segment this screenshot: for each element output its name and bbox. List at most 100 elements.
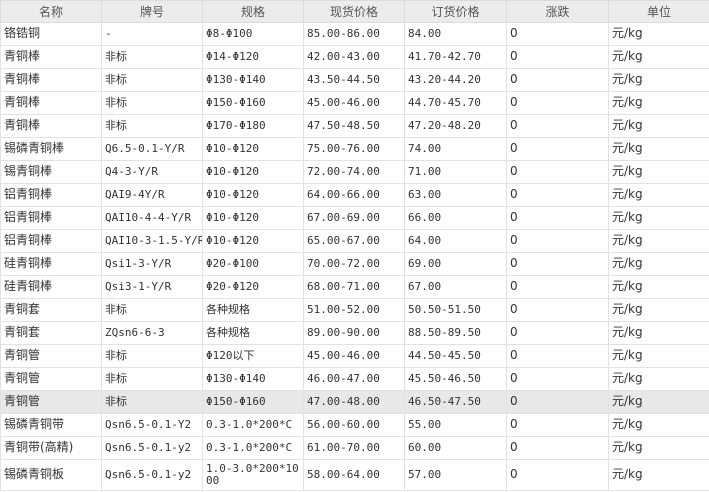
cell-change: 0 (506, 275, 609, 299)
cell-spec: 1.0-3.0*200*1000 (202, 459, 304, 491)
table-row: 青铜棒 非标 Φ130-Φ140 43.50-44.50 43.20-44.20 0 元/k… (0, 68, 709, 92)
cell-order-price: 41.70-42.70 (404, 45, 507, 69)
cell-change: 0 (506, 344, 609, 368)
cell-grade: Q6.5-0.1-Y/R (101, 137, 203, 161)
cell-name: 青铜管 (0, 390, 102, 414)
cell-name: 青铜棒 (0, 114, 102, 138)
cell-name: 铝青铜棒 (0, 183, 102, 207)
table-row: 青铜带(高精) Qsn6.5-0.1-y2 0.3-1.0*200*C 61.00-7… (0, 436, 709, 460)
cell-name: 青铜棒 (0, 45, 102, 69)
cell-change: 0 (506, 413, 609, 437)
cell-spot-price: 45.00-46.00 (303, 344, 405, 368)
price-table: 名称 牌号 规格 现货价格 订货价格 涨跌 单位 铬锆铜 - Φ8-Φ100 85.00-86.0… (0, 0, 709, 491)
cell-spot-price: 51.00-52.00 (303, 298, 405, 322)
cell-spot-price: 47.50-48.50 (303, 114, 405, 138)
cell-order-price: 47.20-48.20 (404, 114, 507, 138)
table-row: 青铜管 非标 Φ150-Φ160 47.00-48.00 46.50-47.50 0 元/k… (0, 390, 709, 414)
cell-unit: 元/kg (608, 252, 709, 276)
cell-spec: Φ170-Φ180 (202, 114, 304, 138)
cell-spot-price: 72.00-74.00 (303, 160, 405, 184)
cell-spot-price: 45.00-46.00 (303, 91, 405, 115)
cell-grade: 非标 (101, 344, 203, 368)
table-row: 铬锆铜 - Φ8-Φ100 85.00-86.00 84.00 0 元/kg (0, 22, 709, 46)
cell-grade: ZQsn6-6-3 (101, 321, 203, 345)
table-row: 青铜管 非标 Φ130-Φ140 46.00-47.00 45.50-46.50 0 元/k… (0, 367, 709, 391)
cell-name: 锡磷青铜板 (0, 459, 102, 491)
cell-name: 青铜带(高精) (0, 436, 102, 460)
cell-spot-price: 56.00-60.00 (303, 413, 405, 437)
cell-spot-price: 75.00-76.00 (303, 137, 405, 161)
cell-change: 0 (506, 206, 609, 230)
cell-name: 青铜管 (0, 367, 102, 391)
cell-order-price: 46.50-47.50 (404, 390, 507, 414)
cell-grade: Qsi1-3-Y/R (101, 252, 203, 276)
cell-change: 0 (506, 459, 609, 491)
table-row: 硅青铜棒 Qsi1-3-Y/R Φ20-Φ100 70.00-72.00 69.00 0 元… (0, 252, 709, 276)
cell-order-price: 64.00 (404, 229, 507, 253)
cell-unit: 元/kg (608, 298, 709, 322)
cell-unit: 元/kg (608, 183, 709, 207)
cell-spot-price: 58.00-64.00 (303, 459, 405, 491)
cell-unit: 元/kg (608, 206, 709, 230)
cell-spot-price: 67.00-69.00 (303, 206, 405, 230)
table-row: 铝青铜棒 QAI9-4Y/R Φ10-Φ120 64.00-66.00 63.00 0 元/… (0, 183, 709, 207)
cell-unit: 元/kg (608, 275, 709, 299)
header-spec: 规格 (202, 0, 304, 23)
cell-grade: Q4-3-Y/R (101, 160, 203, 184)
header-change: 涨跌 (506, 0, 609, 23)
cell-change: 0 (506, 298, 609, 322)
cell-spec: Φ10-Φ120 (202, 137, 304, 161)
table-row: 青铜管 非标 Φ120以下 45.00-46.00 44.50-45.50 0 元/kg (0, 344, 709, 368)
cell-change: 0 (506, 45, 609, 69)
table-header: 名称 牌号 规格 现货价格 订货价格 涨跌 单位 (0, 0, 709, 23)
table-row: 青铜套 ZQsn6-6-3 各种规格 89.00-90.00 88.50-89.50 0 元… (0, 321, 709, 345)
cell-grade: Qsn6.5-0.1-y2 (101, 459, 203, 491)
cell-order-price: 88.50-89.50 (404, 321, 507, 345)
table-body: 铬锆铜 - Φ8-Φ100 85.00-86.00 84.00 0 元/kg 青铜棒 非标 Φ14… (0, 22, 709, 491)
table-row: 青铜套 非标 各种规格 51.00-52.00 50.50-51.50 0 元/kg (0, 298, 709, 322)
cell-change: 0 (506, 68, 609, 92)
cell-spec: Φ20-Φ100 (202, 252, 304, 276)
cell-order-price: 44.70-45.70 (404, 91, 507, 115)
cell-order-price: 60.00 (404, 436, 507, 460)
cell-order-price: 45.50-46.50 (404, 367, 507, 391)
cell-unit: 元/kg (608, 390, 709, 414)
cell-grade: 非标 (101, 367, 203, 391)
cell-spot-price: 42.00-43.00 (303, 45, 405, 69)
cell-name: 青铜套 (0, 298, 102, 322)
cell-change: 0 (506, 321, 609, 345)
cell-grade: 非标 (101, 298, 203, 322)
cell-order-price: 44.50-45.50 (404, 344, 507, 368)
cell-grade: Qsn6.5-0.1-y2 (101, 436, 203, 460)
cell-spec: Φ130-Φ140 (202, 367, 304, 391)
cell-grade: Qsi3-1-Y/R (101, 275, 203, 299)
cell-unit: 元/kg (608, 45, 709, 69)
cell-spec: Φ20-Φ120 (202, 275, 304, 299)
cell-unit: 元/kg (608, 22, 709, 46)
cell-grade: 非标 (101, 68, 203, 92)
cell-spot-price: 89.00-90.00 (303, 321, 405, 345)
cell-change: 0 (506, 91, 609, 115)
cell-unit: 元/kg (608, 413, 709, 437)
cell-name: 青铜棒 (0, 91, 102, 115)
table-row: 青铜棒 非标 Φ150-Φ160 45.00-46.00 44.70-45.70 0 元/k… (0, 91, 709, 115)
cell-unit: 元/kg (608, 137, 709, 161)
cell-unit: 元/kg (608, 114, 709, 138)
table-row: 硅青铜棒 Qsi3-1-Y/R Φ20-Φ120 68.00-71.00 67.00 0 元… (0, 275, 709, 299)
cell-unit: 元/kg (608, 68, 709, 92)
cell-order-price: 74.00 (404, 137, 507, 161)
table-row: 锡磷青铜带 Qsn6.5-0.1-Y2 0.3-1.0*200*C 56.00-60.… (0, 413, 709, 437)
cell-change: 0 (506, 229, 609, 253)
cell-spec: Φ10-Φ120 (202, 206, 304, 230)
cell-spec: Φ120以下 (202, 344, 304, 368)
cell-spec: Φ10-Φ120 (202, 160, 304, 184)
cell-spec: 各种规格 (202, 321, 304, 345)
cell-spec: 0.3-1.0*200*C (202, 413, 304, 437)
table-row: 铝青铜棒 QAI10-4-4-Y/R Φ10-Φ120 67.00-69.00 66.0… (0, 206, 709, 230)
cell-change: 0 (506, 114, 609, 138)
cell-change: 0 (506, 22, 609, 46)
cell-change: 0 (506, 390, 609, 414)
cell-spot-price: 85.00-86.00 (303, 22, 405, 46)
cell-spot-price: 65.00-67.00 (303, 229, 405, 253)
cell-grade: 非标 (101, 114, 203, 138)
